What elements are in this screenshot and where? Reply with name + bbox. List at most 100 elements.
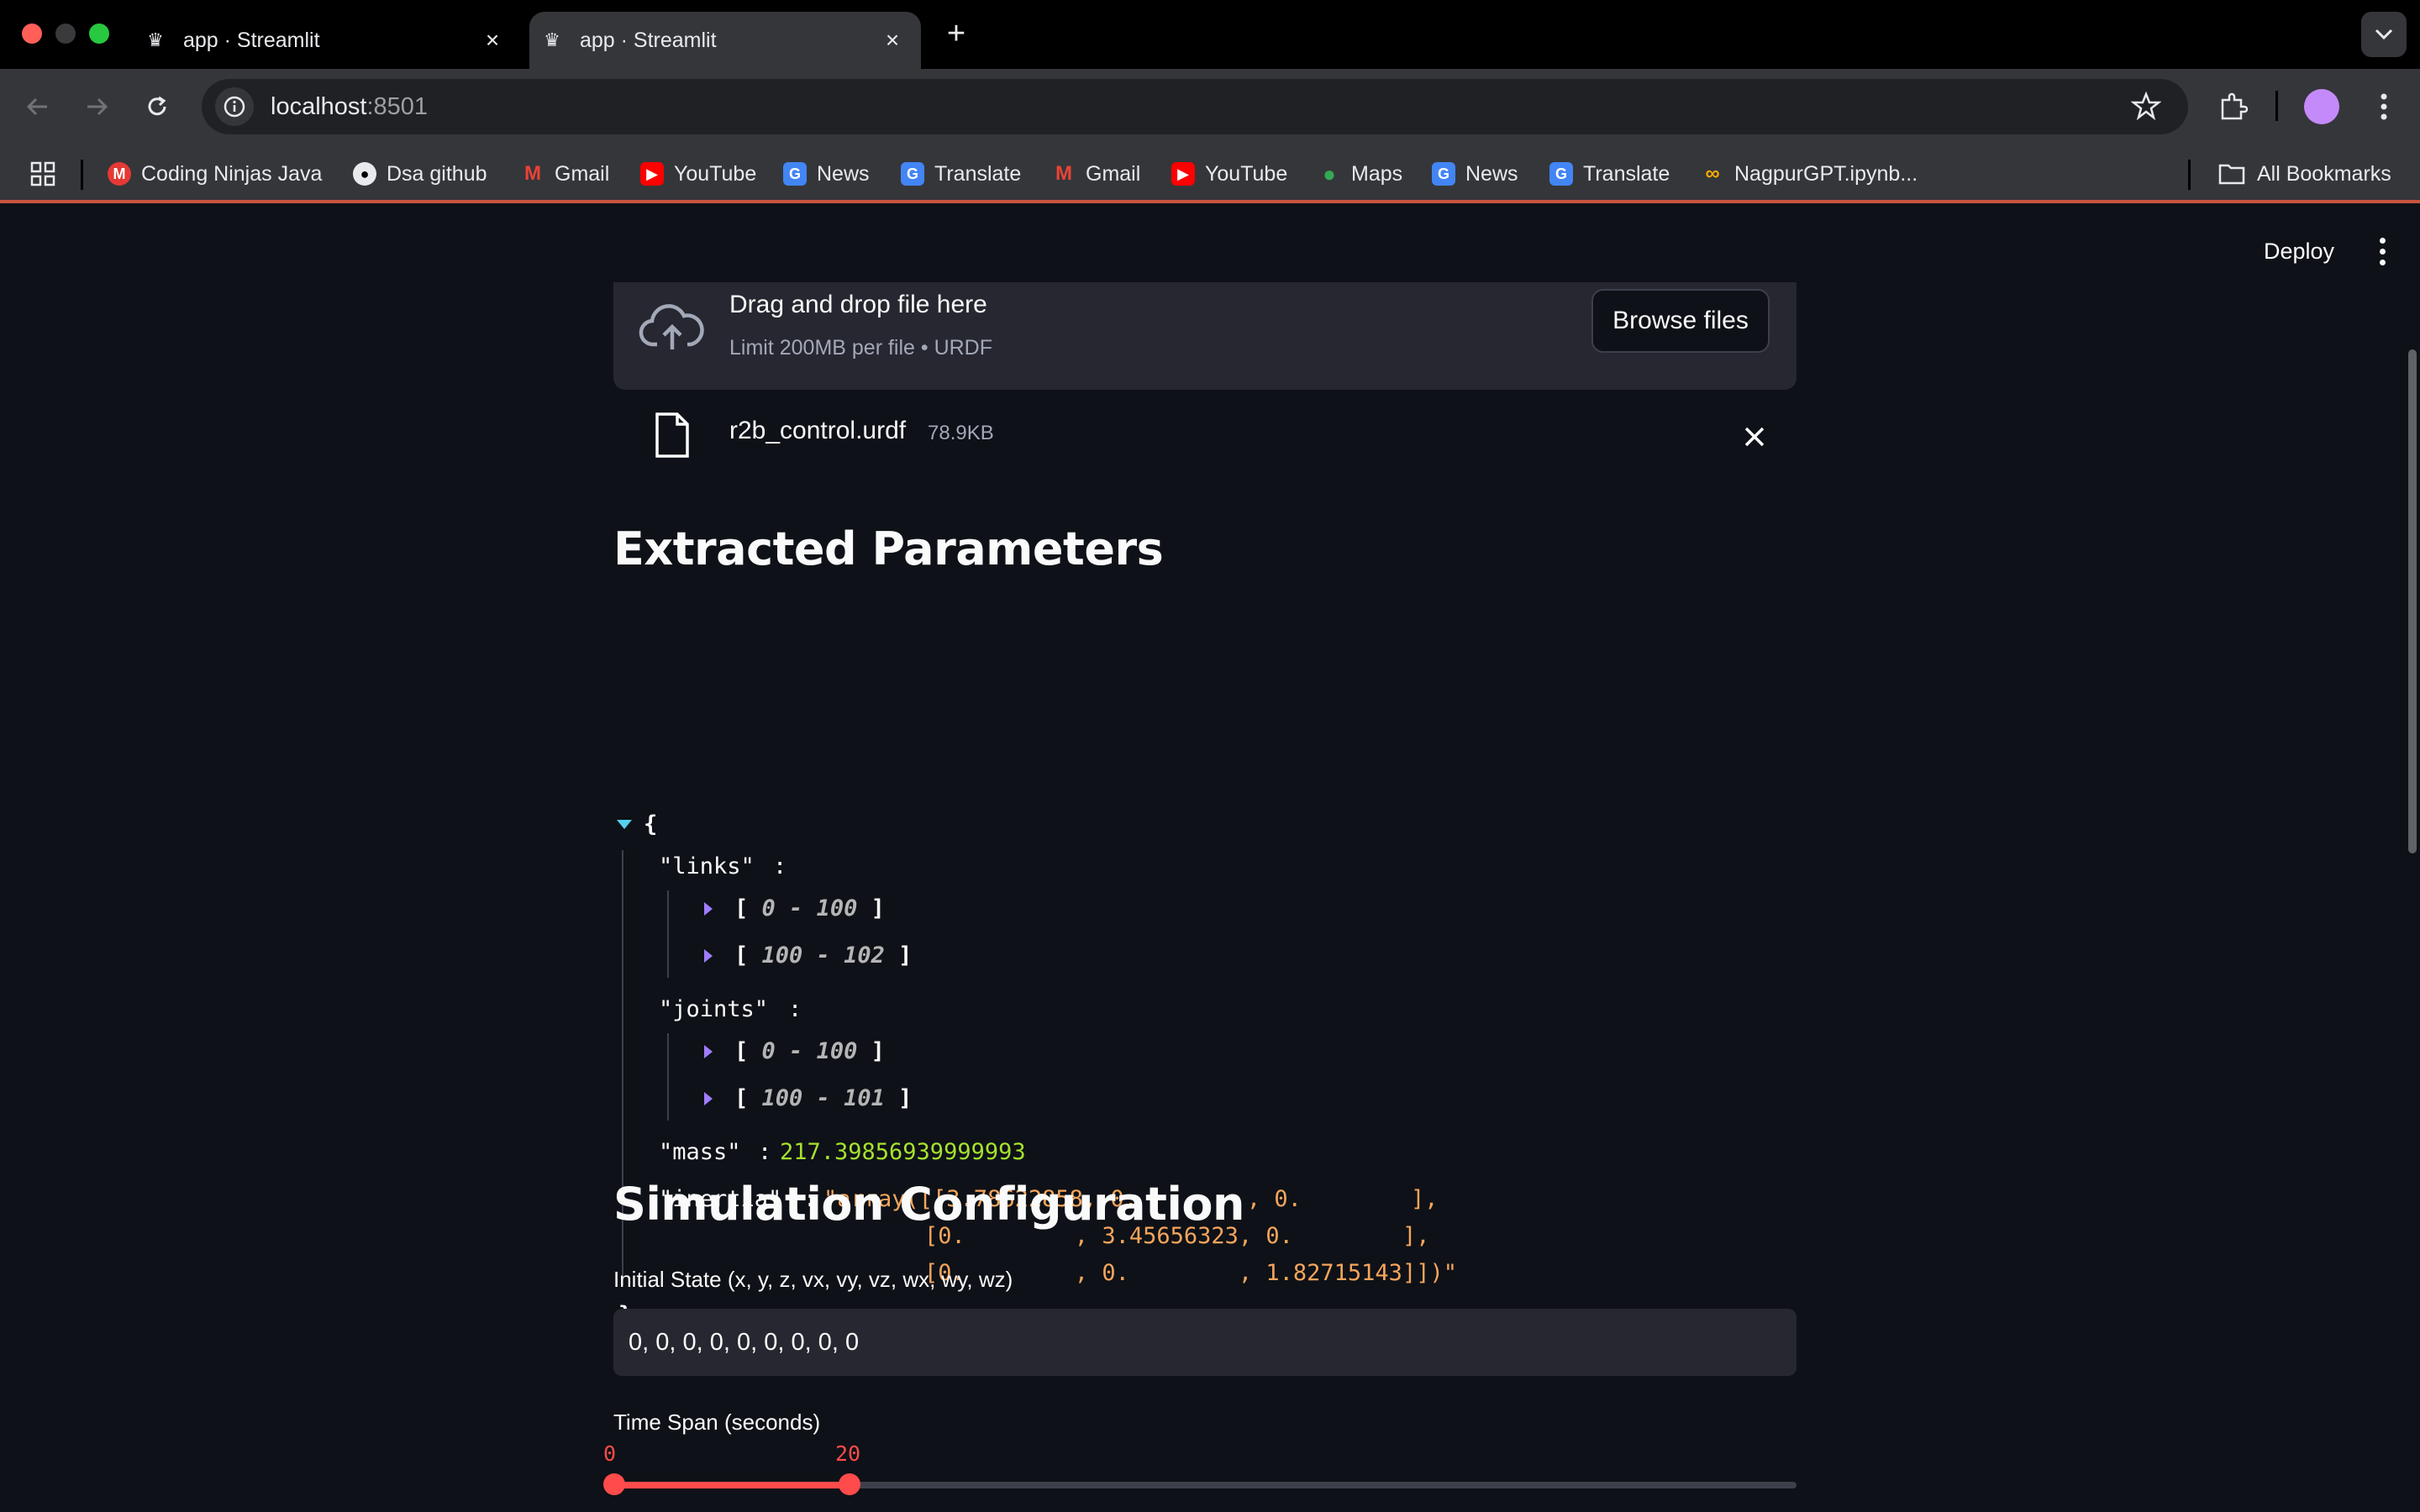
google-translate-icon: G [901,162,924,186]
bookmark-separator [81,160,83,190]
bookmark-youtube-2[interactable]: ▶ YouTube [1171,158,1287,190]
tab-close-icon[interactable]: × [876,24,909,57]
main-menu-icon[interactable] [2370,232,2395,270]
profile-avatar[interactable] [2304,89,2339,124]
gmail-icon: M [524,162,541,185]
chevron-down-icon [2375,29,2393,40]
json-open-brace: { [644,811,658,837]
expand-caret-icon[interactable] [704,949,713,963]
google-news-icon: G [783,162,807,186]
bookmarks-bar: M Coding Ninjas Java ● Dsa github M Gmail ▶… [0,144,2420,203]
bookmark-separator [2188,160,2191,190]
bookmark-youtube[interactable]: ▶ YouTube [640,158,756,190]
cloud-upload-icon [639,299,706,358]
reload-icon [148,96,166,116]
file-dropzone[interactable]: Drag and drop file here Limit 200MB per … [613,282,1797,390]
browser-toolbar: localhost:8501 [0,69,2420,144]
arrow-left-icon [26,97,47,116]
toolbar-divider [2275,91,2278,121]
json-colon: : [788,996,802,1022]
browser-menu-icon[interactable] [2363,86,2405,128]
collapse-caret-icon[interactable] [617,820,632,829]
browser-tab-strip: ♛ app · Streamlit × ♛ app · Streamlit × … [0,0,2420,69]
bookmark-maps[interactable]: ● Maps [1318,158,1402,190]
expand-caret-icon[interactable] [704,902,713,916]
all-bookmarks-button[interactable]: All Bookmarks [2218,158,2391,190]
youtube-icon: ▶ [1171,162,1195,186]
browser-tab-2[interactable]: ♛ app · Streamlit × [529,12,921,69]
uploaded-file-row: r2b_control.urdf 78.9KB [613,405,1797,467]
simulation-configuration-heading: Simulation Configuration [613,1178,1244,1231]
json-colon: : [773,853,787,879]
remove-file-icon[interactable] [1738,420,1771,454]
deploy-button[interactable]: Deploy [2249,232,2349,271]
back-button[interactable] [18,87,57,126]
uploaded-file-name: r2b_control.urdf [729,417,907,444]
json-viewer: { "links" : [ 0 - 100 ] [ 100 - 102 ] "j… [613,605,1797,1328]
github-icon: ● [353,162,376,186]
initial-state-input[interactable] [613,1309,1797,1376]
bookmark-nagpurgpt[interactable]: ∞ NagpurGPT.ipynb... [1701,158,1918,190]
json-indent-guide [667,890,669,978]
json-value-mass: 217.39856939999993 [780,1139,1026,1165]
google-news-icon: G [1432,162,1455,186]
dropzone-title: Drag and drop file here [729,291,987,318]
google-translate-icon: G [1549,162,1573,186]
address-bar[interactable]: localhost:8501 [202,79,2188,134]
expand-caret-icon[interactable] [704,1045,713,1058]
site-info-icon[interactable] [215,87,254,126]
json-range-joints-0[interactable]: [ 0 - 100 ] [734,1038,885,1064]
window-zoom-button[interactable] [89,24,109,44]
json-range-joints-1[interactable]: [ 100 - 101 ] [734,1085,912,1111]
tab-title: app · Streamlit [183,28,320,52]
uploaded-file-size: 78.9KB [928,422,994,444]
time-span-slider-fill [613,1482,850,1488]
url-text: localhost:8501 [271,92,429,120]
expand-caret-icon[interactable] [704,1092,713,1105]
extracted-parameters-heading: Extracted Parameters [613,522,1164,575]
json-indent-guide [667,1033,669,1121]
file-icon [654,412,691,459]
json-range-links-1[interactable]: [ 100 - 102 ] [734,942,912,969]
bookmark-news-2[interactable]: G News [1432,158,1518,190]
time-span-slider-thumb-high[interactable] [839,1473,860,1495]
json-range-links-0[interactable]: [ 0 - 100 ] [734,895,885,921]
json-key-joints: "joints" [659,996,769,1022]
bookmark-dsa-github[interactable]: ● Dsa github [353,158,487,190]
window-close-button[interactable] [22,24,42,44]
bookmark-translate[interactable]: G Translate [901,158,1021,190]
coding-ninjas-icon: M [108,162,131,186]
browser-tab-1[interactable]: ♛ app · Streamlit × [133,12,521,69]
tab-search-button[interactable] [2361,12,2407,57]
bookmark-gmail-2[interactable]: M Gmail [1052,158,1140,190]
bookmark-gmail[interactable]: M Gmail [521,158,609,190]
json-key-mass: "mass" [659,1139,741,1165]
bookmark-star-icon[interactable] [2130,91,2162,125]
folder-icon [2218,163,2245,185]
time-span-slider-track[interactable] [613,1482,1797,1488]
browse-files-button[interactable]: Browse files [1591,289,1770,353]
slider-high-value: 20 [835,1441,861,1466]
window-minimize-button[interactable] [55,24,76,44]
bookmark-translate-2[interactable]: G Translate [1549,158,1670,190]
streamlit-app: Deploy Drag and drop file here Limit 200… [0,207,2420,1512]
apps-grid-icon[interactable] [30,161,55,191]
time-span-slider-thumb-low[interactable] [603,1473,625,1495]
new-tab-icon[interactable]: + [938,15,975,52]
json-key-links: "links" [659,853,755,879]
extensions-icon[interactable] [2212,86,2254,128]
google-maps-icon: ● [1323,160,1336,186]
youtube-icon: ▶ [640,162,664,186]
bookmark-coding-ninjas-java[interactable]: M Coding Ninjas Java [108,158,322,190]
streamlit-favicon-icon: ♛ [544,29,560,50]
tab-close-icon[interactable]: × [476,24,509,57]
streamlit-favicon-icon: ♛ [147,29,164,50]
time-span-label: Time Span (seconds) [613,1410,821,1435]
json-colon: : [758,1139,772,1165]
colab-icon: ∞ [1705,162,1720,185]
page-scrollbar[interactable] [2408,349,2417,853]
reload-button[interactable] [138,87,176,126]
gmail-icon: M [1055,162,1072,185]
bookmark-news[interactable]: G News [783,158,870,190]
forward-button[interactable] [77,87,116,126]
